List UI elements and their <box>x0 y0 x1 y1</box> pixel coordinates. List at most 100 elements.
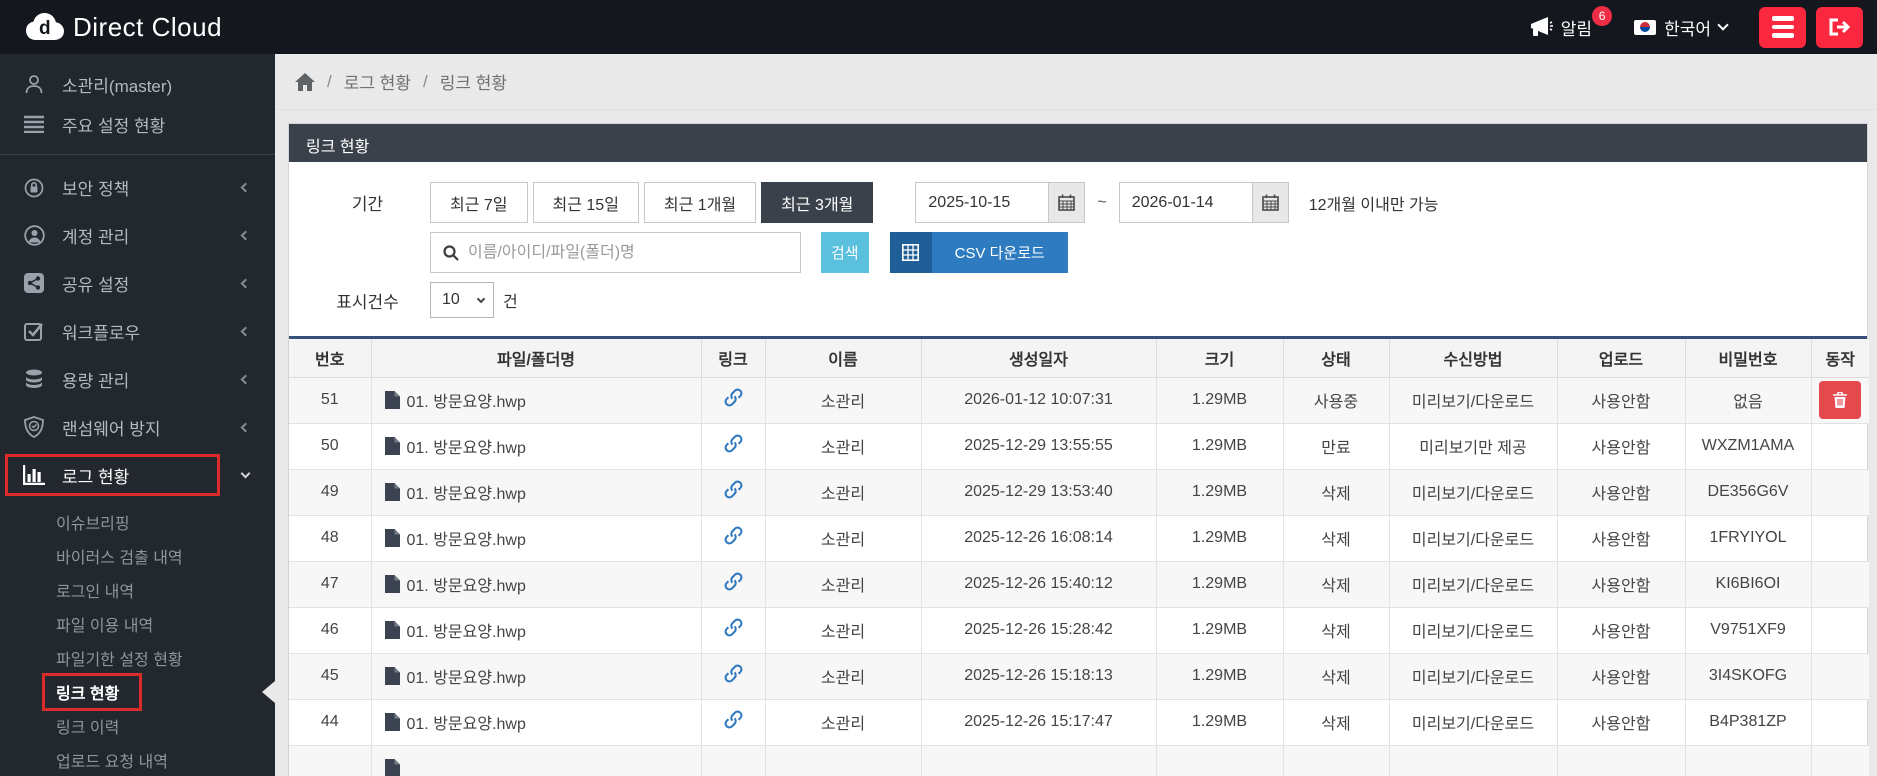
cell-link <box>701 745 765 776</box>
lock-icon <box>22 177 46 198</box>
sidebar-item-0[interactable]: 소관리(master) <box>0 64 275 104</box>
user-icon <box>22 74 46 94</box>
page-size-select[interactable]: 10 <box>430 282 494 318</box>
date-from-calendar-button[interactable] <box>1048 183 1084 222</box>
cell-number: 49 <box>289 469 371 515</box>
language-selector[interactable]: 한국어 <box>1634 15 1727 40</box>
period-button-2[interactable]: 최근 1개월 <box>644 182 756 223</box>
sidebar-item-5[interactable]: 워크플로우 <box>0 307 275 355</box>
link-button[interactable] <box>724 526 743 545</box>
breadcrumb-separator: / <box>423 72 428 92</box>
sidebar-item-8[interactable]: 로그 현황 <box>0 451 275 499</box>
delete-button[interactable] <box>1819 381 1861 419</box>
link-icon <box>724 388 743 407</box>
cell-method: 미리보기/다운로드 <box>1389 469 1557 515</box>
table-row: 4801. 방문요양.hwp소관리2025-12-26 16:08:141.29… <box>289 515 1869 561</box>
cell-file-name: 01. 방문요양.hwp <box>371 607 701 653</box>
cell-name: 소관리 <box>765 699 921 745</box>
date-to-input[interactable]: 2026-01-14 <box>1120 183 1252 222</box>
cell-password: KI6BI6OI <box>1685 561 1811 607</box>
sidebar-item-1[interactable]: 주요 설정 현황 <box>0 104 275 144</box>
cell-created: 2025-12-29 13:55:55 <box>921 423 1156 469</box>
sidebar-items: 소관리(master)주요 설정 현황보안 정책계정 관리공유 설정워크플로우용… <box>0 64 275 499</box>
cell-password: 1FRYIYOL <box>1685 515 1811 561</box>
sidebar-item-6[interactable]: 용량 관리 <box>0 355 275 403</box>
cell-name: 소관리 <box>765 607 921 653</box>
link-button[interactable] <box>724 710 743 729</box>
breadcrumb-link-status[interactable]: 링크 현황 <box>440 69 507 94</box>
sidebar-item-2[interactable]: 보안 정책 <box>0 163 275 211</box>
link-button[interactable] <box>724 572 743 591</box>
link-button[interactable] <box>724 480 743 499</box>
red-highlight-box <box>42 673 142 711</box>
csv-download-button[interactable]: CSV 다운로드 <box>890 232 1068 273</box>
submenu-item-label: 업로드 요청 내역 <box>56 748 168 772</box>
submenu-item-2[interactable]: 로그인 내역 <box>0 573 275 607</box>
cell-created: 2025-12-26 15:17:47 <box>921 699 1156 745</box>
table-row: 4901. 방문요양.hwp소관리2025-12-29 13:53:401.29… <box>289 469 1869 515</box>
hamburger-icon <box>1772 16 1794 38</box>
sidebar-item-4[interactable]: 공유 설정 <box>0 259 275 307</box>
submenu-item-4[interactable]: 파일기한 설정 현황 <box>0 641 275 675</box>
submenu-item-7[interactable]: 업로드 요청 내역 <box>0 743 275 776</box>
chevron-left-icon <box>241 278 251 288</box>
cell-created: 2025-12-26 16:08:14 <box>921 515 1156 561</box>
search-button[interactable]: 검색 <box>821 232 869 273</box>
date-from-input[interactable]: 2025-10-15 <box>916 183 1048 222</box>
cell-status: 만료 <box>1283 423 1389 469</box>
cell-status: 삭제 <box>1283 607 1389 653</box>
sidebar-item-label: 공유 설정 <box>62 271 226 296</box>
home-icon[interactable] <box>295 73 315 91</box>
link-button[interactable] <box>724 664 743 683</box>
sidebar-item-7[interactable]: 랜섬웨어 방지 <box>0 403 275 451</box>
cell-name: 소관리 <box>765 377 921 423</box>
cell-file-name <box>371 745 701 776</box>
cell-number: 45 <box>289 653 371 699</box>
period-label: 기간 <box>305 190 430 215</box>
cell-link <box>701 699 765 745</box>
submenu-item-5[interactable]: 링크 현황 <box>0 675 275 709</box>
menu-button[interactable] <box>1759 7 1806 48</box>
sidebar-submenu: 이슈브리핑바이러스 검출 내역로그인 내역파일 이용 내역파일기한 설정 현황링… <box>0 505 275 776</box>
sidebar-item-3[interactable]: 계정 관리 <box>0 211 275 259</box>
submenu-item-label: 바이러스 검출 내역 <box>56 544 183 568</box>
date-to-group: 2026-01-14 <box>1119 182 1289 223</box>
link-button[interactable] <box>724 434 743 453</box>
link-button[interactable] <box>724 618 743 637</box>
cell-method: 미리보기/다운로드 <box>1389 607 1557 653</box>
submenu-item-0[interactable]: 이슈브리핑 <box>0 505 275 539</box>
cell-upload: 사용안함 <box>1557 561 1685 607</box>
cell-method: 미리보기/다운로드 <box>1389 377 1557 423</box>
submenu-item-1[interactable]: 바이러스 검출 내역 <box>0 539 275 573</box>
database-icon <box>22 369 46 390</box>
table-row: 4401. 방문요양.hwp소관리2025-12-26 15:17:471.29… <box>289 699 1869 745</box>
submenu-item-3[interactable]: 파일 이용 내역 <box>0 607 275 641</box>
period-button-0[interactable]: 최근 7일 <box>430 182 528 223</box>
logout-icon <box>1828 16 1852 38</box>
cell-password: B4P381ZP <box>1685 699 1811 745</box>
cell-created <box>921 745 1156 776</box>
cell-size: 1.29MB <box>1156 423 1283 469</box>
submenu-item-6[interactable]: 링크 이력 <box>0 709 275 743</box>
cell-upload: 사용안함 <box>1557 653 1685 699</box>
file-icon <box>385 483 400 501</box>
cell-name: 소관리 <box>765 469 921 515</box>
period-button-3[interactable]: 최근 3개월 <box>761 182 873 223</box>
link-icon <box>724 480 743 499</box>
logout-button[interactable] <box>1816 7 1863 48</box>
table-row-partial <box>289 745 1869 776</box>
submenu-item-label: 파일기한 설정 현황 <box>56 646 183 670</box>
search-input[interactable] <box>468 244 788 262</box>
link-button[interactable] <box>724 388 743 407</box>
notifications-button[interactable]: 알림 6 <box>1529 15 1592 40</box>
column-header: 파일/폴더명 <box>371 339 701 377</box>
breadcrumb-log-status[interactable]: 로그 현황 <box>344 69 411 94</box>
cell-upload: 사용안함 <box>1557 469 1685 515</box>
cell-action <box>1811 469 1869 515</box>
link-status-panel: 링크 현황 기간 최근 7일최근 15일최근 1개월최근 3개월 2025-10… <box>288 123 1868 776</box>
period-button-1[interactable]: 최근 15일 <box>533 182 639 223</box>
cell-status: 삭제 <box>1283 469 1389 515</box>
megaphone-icon <box>1529 16 1553 38</box>
cell-file-name: 01. 방문요양.hwp <box>371 469 701 515</box>
date-to-calendar-button[interactable] <box>1252 183 1288 222</box>
